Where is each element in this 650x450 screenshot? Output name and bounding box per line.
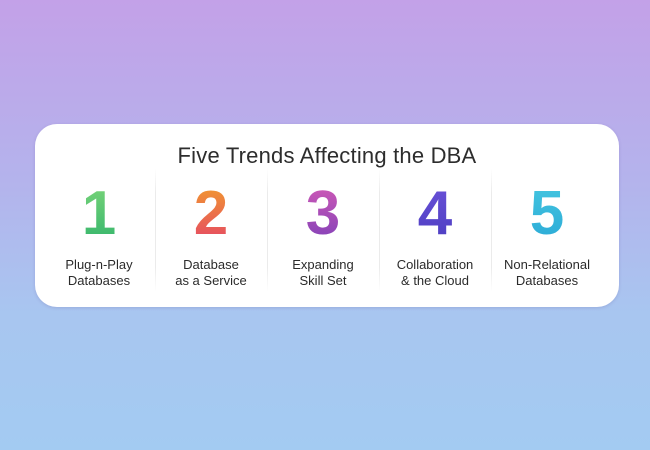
trend-label-2: Database as a Service (155, 257, 267, 289)
trend-item-2: 2 Database as a Service (155, 166, 267, 300)
trend-item-3: 3 Expanding Skill Set (267, 166, 379, 300)
trend-label-line1: Expanding (292, 257, 354, 272)
trend-label-line2: Databases (515, 273, 579, 288)
trend-label-line1: Database (183, 257, 239, 272)
trend-label-line1: Collaboration (396, 257, 474, 272)
trend-label-4: Collaboration & the Cloud (379, 257, 491, 289)
trend-label-line1: Plug-n-Play (65, 257, 133, 272)
trend-item-4: 4 Collaboration & the Cloud (379, 166, 491, 300)
trend-item-5: 5 Non-Relational Databases (491, 166, 603, 300)
trend-label-line2: & the Cloud (401, 273, 469, 288)
trend-number-3: 3 (267, 179, 379, 249)
trend-label-1: Plug-n-Play Databases (43, 257, 155, 289)
trend-label-3: Expanding Skill Set (267, 257, 379, 289)
trend-number-5: 5 (491, 179, 603, 249)
trend-label-line2: as a Service (175, 273, 247, 288)
trend-number-4: 4 (379, 179, 491, 249)
trend-number-1: 1 (43, 179, 155, 249)
trends-card: Five Trends Affecting the DBA 1 Plug-n-P… (35, 124, 619, 307)
trend-label-line1: Non-Relational (504, 257, 590, 272)
trend-item-1: 1 Plug-n-Play Databases (43, 166, 155, 300)
trend-label-line2: Skill Set (299, 273, 347, 288)
trend-number-2: 2 (155, 179, 267, 249)
trend-label-5: Non-Relational Databases (491, 257, 603, 289)
trends-row: 1 Plug-n-Play Databases 2 Database as a … (43, 166, 603, 300)
trend-label-line2: Databases (67, 273, 131, 288)
